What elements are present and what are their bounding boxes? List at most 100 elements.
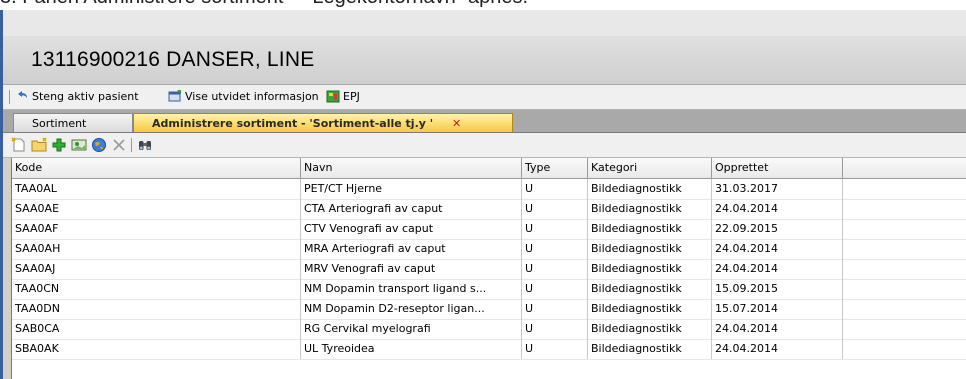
- toolbar-separator: [131, 138, 132, 152]
- cell-type: U: [522, 259, 588, 279]
- cell-navn: CTA Arteriografi av caput: [301, 199, 522, 219]
- cell-type: U: [522, 199, 588, 219]
- cell-navn: MRV Venografi av caput: [301, 259, 522, 279]
- cell-kategori: Bildediagnostikk: [588, 319, 712, 339]
- toolbar-separator: [9, 90, 10, 104]
- cell-empty: [843, 279, 966, 299]
- cell-type: U: [522, 179, 588, 199]
- cell-empty: [843, 299, 966, 319]
- cell-type: U: [522, 319, 588, 339]
- cell-kode: SAA0AJ: [12, 259, 301, 279]
- tab-sortiment[interactable]: Sortiment: [13, 113, 133, 132]
- epj-label: EPJ: [343, 89, 360, 103]
- cell-kode: TAA0DN: [12, 299, 301, 319]
- cell-opprettet: 15.07.2014: [712, 299, 843, 319]
- column-header-opprettet[interactable]: Opprettet: [712, 158, 843, 178]
- patient-header: 13116900216 DANSER, LINE: [3, 36, 966, 85]
- application-window: 13116900216 DANSER, LINE Steng aktiv pas…: [0, 10, 966, 379]
- cell-type: U: [522, 239, 588, 259]
- document-heading: 3. Fanen Administrere sortiment – “Legek…: [0, 0, 966, 10]
- cell-empty: [843, 179, 966, 199]
- column-header-empty: [843, 158, 966, 178]
- table-row[interactable]: SAA0AE CTA Arteriografi av caput U Bilde…: [12, 199, 966, 220]
- binoculars-icon[interactable]: [137, 137, 153, 153]
- cell-kode: SAA0AH: [12, 239, 301, 259]
- cell-empty: [843, 319, 966, 339]
- cell-kategori: Bildediagnostikk: [588, 199, 712, 219]
- cell-empty: [843, 239, 966, 259]
- cell-kode: SAB0CA: [12, 319, 301, 339]
- cell-kategori: Bildediagnostikk: [588, 219, 712, 239]
- new-folder-icon[interactable]: [31, 137, 47, 153]
- sortiment-table: Kode Navn Type Kategori Opprettet TAA0AL…: [11, 158, 966, 379]
- new-document-icon[interactable]: [11, 137, 27, 153]
- cell-kode: SAA0AF: [12, 219, 301, 239]
- grid-toolbar: [3, 133, 966, 158]
- info-window-icon: [168, 90, 181, 102]
- patient-toolbar: Steng aktiv pasient Vise utvidet informa…: [3, 85, 966, 110]
- delete-x-icon[interactable]: [111, 137, 127, 153]
- cell-empty: [843, 219, 966, 239]
- cell-type: U: [522, 339, 588, 359]
- cell-kode: TAA0AL: [12, 179, 301, 199]
- undo-arrow-icon: [18, 91, 27, 98]
- tab-label: Sortiment: [32, 117, 87, 130]
- cell-navn: PET/CT Hjerne: [301, 179, 522, 199]
- column-header-kategori[interactable]: Kategori: [588, 158, 712, 178]
- close-patient-button[interactable]: Steng aktiv pasient: [15, 89, 139, 103]
- image-card-icon[interactable]: [71, 137, 87, 153]
- cell-navn: NM Dopamin D2-reseptor ligan...: [301, 299, 522, 319]
- add-icon[interactable]: [51, 137, 67, 153]
- epj-icon: [326, 90, 340, 103]
- cell-navn: UL Tyreoidea: [301, 339, 522, 359]
- show-info-button[interactable]: Vise utvidet informasjon: [168, 89, 319, 103]
- cell-opprettet: 31.03.2017: [712, 179, 843, 199]
- tab-strip: Sortiment Administrere sortiment - 'Sort…: [3, 110, 966, 133]
- cell-kode: SAA0AE: [12, 199, 301, 219]
- cell-opprettet: 24.04.2014: [712, 319, 843, 339]
- tab-label: Administrere sortiment - 'Sortiment-alle…: [152, 117, 434, 130]
- table-row[interactable]: TAA0CN NM Dopamin transport ligand s... …: [12, 279, 966, 300]
- cell-kategori: Bildediagnostikk: [588, 299, 712, 319]
- cell-empty: [843, 339, 966, 359]
- table-row[interactable]: SAA0AF CTV Venografi av caput U Bildedia…: [12, 219, 966, 240]
- close-tab-icon[interactable]: ✕: [452, 114, 461, 133]
- column-header-navn[interactable]: Navn: [301, 158, 522, 178]
- cell-empty: [843, 259, 966, 279]
- cell-kategori: Bildediagnostikk: [588, 239, 712, 259]
- table-row[interactable]: SAA0AJ MRV Venografi av caput U Bildedia…: [12, 259, 966, 280]
- table-row[interactable]: SBA0AK UL Tyreoidea U Bildediagnostikk 2…: [12, 339, 966, 360]
- epj-button[interactable]: EPJ: [326, 89, 360, 103]
- cell-type: U: [522, 219, 588, 239]
- cell-empty: [843, 199, 966, 219]
- window-titlebar: [3, 10, 966, 37]
- cell-opprettet: 24.04.2014: [712, 339, 843, 359]
- cell-opprettet: 24.04.2014: [712, 239, 843, 259]
- cell-opprettet: 22.09.2015: [712, 219, 843, 239]
- table-row[interactable]: TAA0DN NM Dopamin D2-reseptor ligan... U…: [12, 299, 966, 320]
- cell-kategori: Bildediagnostikk: [588, 339, 712, 359]
- cell-navn: MRA Arteriografi av caput: [301, 239, 522, 259]
- cell-opprettet: 15.09.2015: [712, 279, 843, 299]
- cell-kategori: Bildediagnostikk: [588, 179, 712, 199]
- cell-navn: CTV Venografi av caput: [301, 219, 522, 239]
- cell-type: U: [522, 299, 588, 319]
- table-row[interactable]: SAA0AH MRA Arteriografi av caput U Bilde…: [12, 239, 966, 260]
- document-heading-text: 3. Fanen Administrere sortiment – “Legek…: [0, 0, 528, 9]
- globe-icon[interactable]: [91, 137, 107, 153]
- patient-title: 13116900216 DANSER, LINE: [31, 48, 315, 71]
- tab-administrere-sortiment[interactable]: Administrere sortiment - 'Sortiment-alle…: [133, 113, 513, 132]
- cell-opprettet: 24.04.2014: [712, 259, 843, 279]
- show-info-label: Vise utvidet informasjon: [185, 89, 319, 103]
- column-header-type[interactable]: Type: [522, 158, 588, 178]
- cell-opprettet: 24.04.2014: [712, 199, 843, 219]
- cell-navn: RG Cervikal myelografi: [301, 319, 522, 339]
- cell-kode: TAA0CN: [12, 279, 301, 299]
- table-row[interactable]: SAB0CA RG Cervikal myelografi U Bildedia…: [12, 319, 966, 340]
- cell-navn: NM Dopamin transport ligand s...: [301, 279, 522, 299]
- table-row[interactable]: TAA0AL PET/CT Hjerne U Bildediagnostikk …: [12, 179, 966, 200]
- column-header-kode[interactable]: Kode: [12, 158, 301, 178]
- close-patient-label: Steng aktiv pasient: [32, 89, 139, 103]
- table-header: Kode Navn Type Kategori Opprettet: [12, 158, 966, 179]
- cell-kode: SBA0AK: [12, 339, 301, 359]
